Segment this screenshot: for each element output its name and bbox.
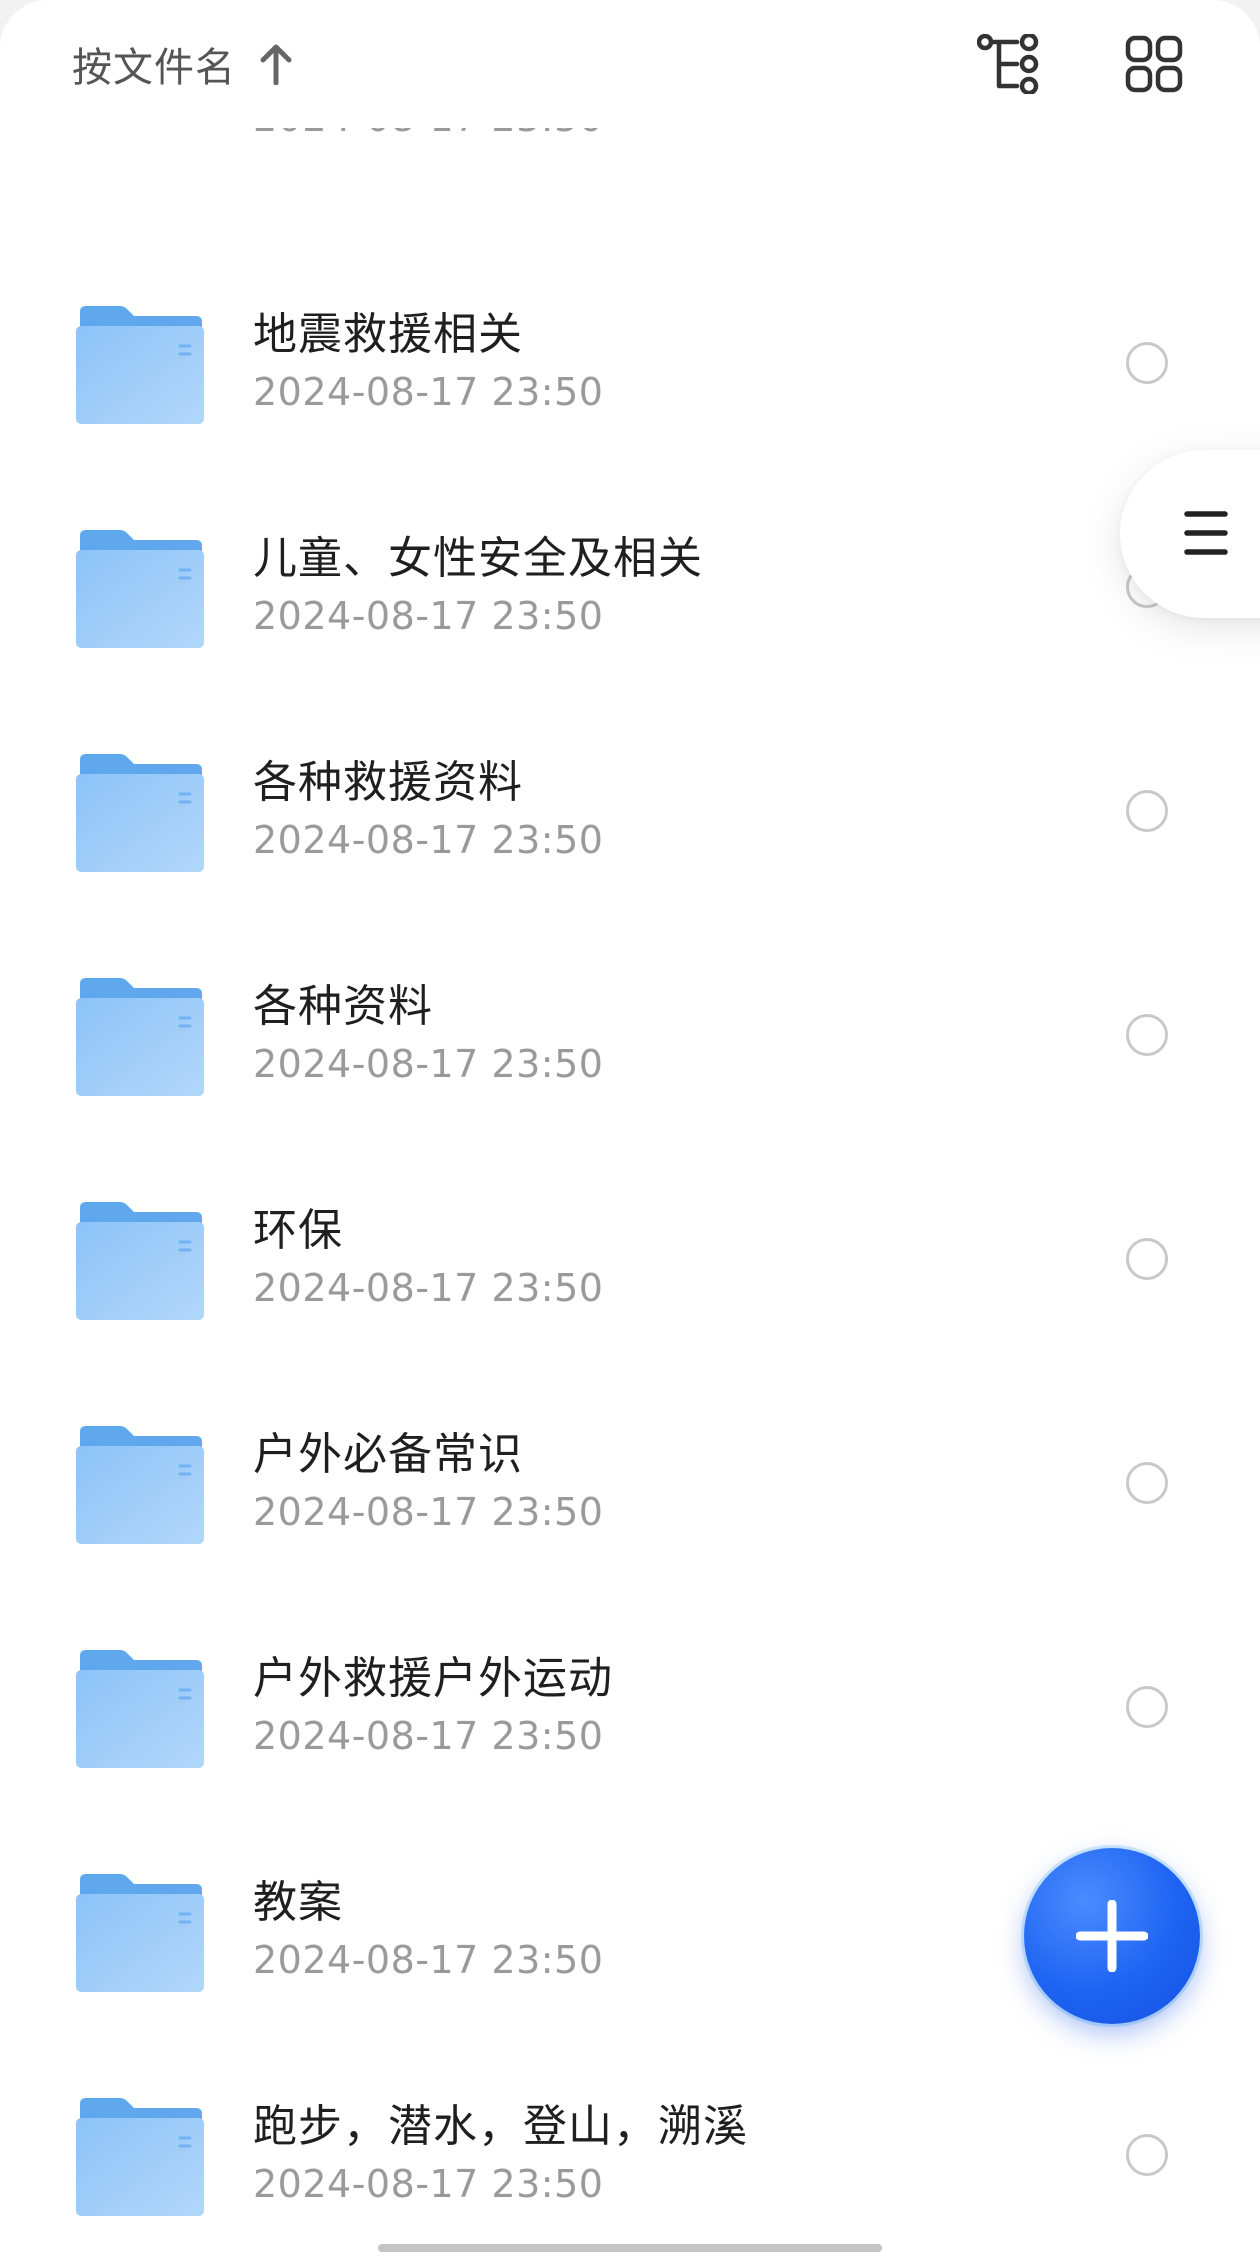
folder-name: 教案 xyxy=(253,1877,343,1928)
sort-by-name-button[interactable]: 按文件名 xyxy=(72,34,294,94)
folder-icon xyxy=(76,1650,204,1768)
list-item[interactable]: 户外必备常识 2024-08-17 23:50 xyxy=(0,1308,1260,1544)
select-radio[interactable] xyxy=(1126,2134,1168,2176)
list-item[interactable]: 各种资料 2024-08-17 23:50 xyxy=(0,860,1260,1096)
folder-name: 环保 xyxy=(253,1205,343,1256)
list-item[interactable]: 户外救援户外运动 2024-08-17 23:50 xyxy=(0,1532,1260,1768)
folder-date: 2024-08-17 23:50 xyxy=(253,818,604,862)
list-item[interactable]: 地震救援相关 2024-08-17 23:50 xyxy=(0,188,1260,424)
grid-view-icon xyxy=(1125,35,1183,97)
tree-view-button[interactable] xyxy=(976,30,1048,102)
folder-name: 各种资料 xyxy=(253,981,433,1032)
list-item[interactable]: 儿童、女性安全及相关 2024-08-17 23:50 xyxy=(0,412,1260,648)
folder-icon xyxy=(76,530,204,648)
folder-date: 2024-08-17 23:50 xyxy=(253,1938,604,1982)
menu-icon xyxy=(1184,510,1228,560)
folder-date: 2024-08-17 23:50 xyxy=(253,594,604,638)
folder-date: 2024-08-17 23:50 xyxy=(253,370,604,414)
folder-name: 各种救援资料 xyxy=(253,757,523,808)
folder-date: 2024-08-17 23:50 xyxy=(253,1714,604,1758)
grid-view-button[interactable] xyxy=(1118,30,1190,102)
folder-date: 2024-08-17 23:50 xyxy=(253,1042,604,1086)
arrow-up-icon xyxy=(258,43,294,85)
list-toolbar: 按文件名 xyxy=(0,0,1260,128)
folder-name: 地震救援相关 xyxy=(253,309,523,360)
select-radio[interactable] xyxy=(1126,1686,1168,1728)
folder-date: 2024-08-17 23:50 xyxy=(253,1490,604,1534)
folder-date: 2024-08-17 23:50 xyxy=(253,2162,604,2206)
folder-name: 跑步，潜水，登山，溯溪 xyxy=(253,2101,748,2152)
folder-icon xyxy=(76,1874,204,1992)
folder-date: 2024-08-17 23:50 xyxy=(253,1266,604,1310)
folder-icon xyxy=(76,2098,204,2216)
folder-icon xyxy=(76,306,204,424)
plus-icon xyxy=(1076,1900,1148,1972)
list-item[interactable]: 环保 2024-08-17 23:50 xyxy=(0,1084,1260,1320)
select-radio[interactable] xyxy=(1126,1238,1168,1280)
file-list-sheet: 2024-08-17 23:50 地震救援相关 2024-08-17 23:50… xyxy=(0,0,1260,2256)
home-indicator[interactable] xyxy=(378,2244,882,2252)
folder-icon xyxy=(76,754,204,872)
sort-label: 按文件名 xyxy=(72,45,236,91)
folder-icon xyxy=(76,978,204,1096)
folder-icon xyxy=(76,1426,204,1544)
folder-name: 户外必备常识 xyxy=(253,1429,523,1480)
folder-icon xyxy=(76,1202,204,1320)
add-button[interactable] xyxy=(1024,1848,1200,2024)
select-radio[interactable] xyxy=(1126,790,1168,832)
tree-view-icon xyxy=(976,32,1047,98)
select-radio[interactable] xyxy=(1126,1462,1168,1504)
list-item[interactable]: 各种救援资料 2024-08-17 23:50 xyxy=(0,636,1260,872)
folder-name: 户外救援户外运动 xyxy=(253,1653,613,1704)
select-radio[interactable] xyxy=(1126,342,1168,384)
select-radio[interactable] xyxy=(1126,1014,1168,1056)
folder-name: 儿童、女性安全及相关 xyxy=(253,533,703,584)
